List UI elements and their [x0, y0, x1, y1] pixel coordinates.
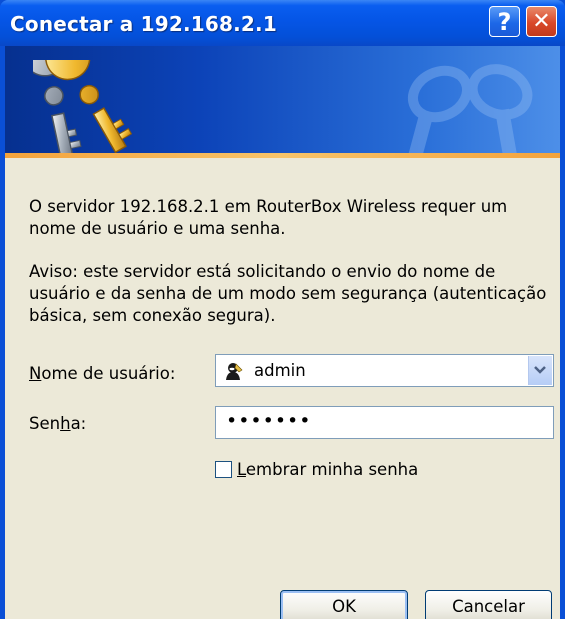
password-label: Senha:	[29, 414, 87, 433]
window-title: Conectar a 192.168.2.1	[10, 12, 277, 36]
chevron-down-icon	[534, 366, 546, 374]
keys-watermark-icon	[402, 64, 533, 158]
remember-password-label[interactable]: Lembrar minha senha	[237, 460, 418, 479]
close-button[interactable]: ✕	[526, 6, 557, 37]
title-bar[interactable]: Conectar a 192.168.2.1 ? ✕	[0, 0, 565, 46]
keys-icon	[33, 60, 133, 158]
username-label: Nome de usuário:	[29, 364, 176, 383]
header-banner	[5, 46, 560, 158]
close-icon: ✕	[532, 9, 551, 34]
remember-password-checkbox[interactable]	[215, 461, 232, 478]
ok-button[interactable]: OK	[280, 590, 408, 619]
dialog-body: O servidor 192.168.2.1 em RouterBox Wire…	[5, 158, 560, 619]
help-icon: ?	[497, 8, 512, 36]
cancel-button[interactable]: Cancelar	[425, 590, 552, 619]
password-field[interactable]: •••••••	[215, 406, 554, 439]
login-dialog: Conectar a 192.168.2.1 ? ✕ O servidor 19…	[0, 0, 565, 619]
help-button[interactable]: ?	[489, 6, 520, 37]
user-icon	[226, 363, 243, 380]
username-combobox[interactable]: admin	[215, 354, 554, 387]
username-value: admin	[254, 361, 306, 380]
server-message: O servidor 192.168.2.1 em RouterBox Wire…	[29, 197, 508, 238]
security-warning: Aviso: este servidor está solicitando o …	[29, 262, 547, 325]
password-value: •••••••	[226, 410, 312, 432]
username-dropdown-button[interactable]	[528, 356, 552, 385]
